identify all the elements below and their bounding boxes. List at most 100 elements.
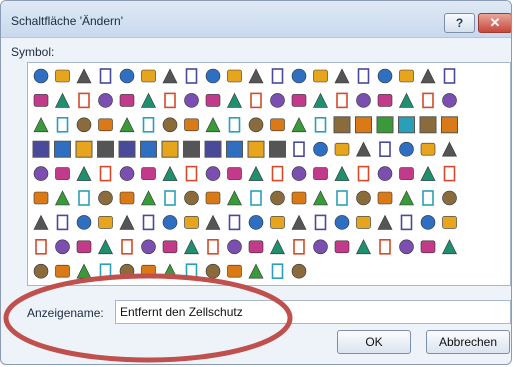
ball-orange-icon[interactable] [422,190,434,206]
swatch-white2-icon[interactable] [204,140,222,158]
print-preview-icon[interactable] [227,69,242,83]
bullets-icon[interactable] [420,142,436,156]
swatch-checker-icon[interactable] [269,140,286,158]
speech-icon[interactable] [162,215,178,230]
globe-stand-icon[interactable] [56,214,69,231]
table-gray-icon[interactable] [356,239,371,255]
design-icon[interactable] [399,69,414,83]
arrow-chart-icon[interactable] [356,141,371,157]
cancel-button[interactable]: Abbrechen [426,330,510,354]
table-cols-icon[interactable] [334,240,350,254]
home-icon[interactable] [420,68,436,84]
sticky-note-icon[interactable] [119,214,135,230]
arrow-down-icon[interactable] [119,94,135,107]
swatch-teal-icon[interactable] [32,140,50,158]
smiley-icon[interactable] [443,68,456,84]
photo-icon[interactable] [162,240,178,254]
handshake-icon[interactable] [228,214,241,231]
book-icon[interactable] [377,94,393,107]
circle-arrow-icon[interactable] [293,141,305,157]
calendar-icon[interactable] [184,118,199,132]
donut-icon[interactable] [55,167,70,180]
underline-icon[interactable] [55,239,70,255]
insert-table-icon[interactable] [313,239,328,255]
grid-icon[interactable] [270,216,285,229]
sitemap-icon[interactable] [399,92,414,108]
funnel-icon[interactable] [356,93,371,108]
flower-icon[interactable] [162,263,178,279]
table-icon[interactable] [291,214,307,230]
folder-open-icon[interactable] [334,68,350,84]
filter-icon[interactable] [336,92,348,109]
puzzle-icon[interactable] [98,216,113,229]
swatch-black-icon[interactable] [161,140,179,158]
clipboard-icon[interactable] [141,167,156,180]
swatch-olive-icon[interactable] [97,140,114,158]
edit-icon[interactable] [399,190,414,206]
arrow-up-blue-icon[interactable] [227,264,242,278]
document-icon[interactable] [291,68,307,84]
checkmark-icon[interactable] [334,165,350,181]
circle-back-icon[interactable] [164,92,176,109]
check-pencil-icon[interactable] [55,190,70,206]
split-table-icon[interactable] [248,240,264,254]
spelling-icon[interactable] [377,214,393,230]
swatch-blue-icon[interactable] [333,116,351,134]
3d-shapes-icon[interactable] [99,165,112,182]
check-edit-icon[interactable] [357,165,370,182]
cloud-icon[interactable] [314,116,327,133]
swatch-darkcyan-icon[interactable] [226,140,243,158]
eraser-icon[interactable] [250,190,262,206]
window-blue-icon[interactable] [291,94,307,107]
zoom-icon[interactable] [442,141,457,157]
chart-box-icon[interactable] [185,165,198,182]
table-rows-icon[interactable] [399,239,414,255]
disk-icon[interactable] [228,116,241,133]
arrow-right-icon[interactable] [141,92,156,108]
edit-tool-icon[interactable] [98,239,113,255]
paint-icon[interactable] [270,93,285,108]
stop-error-icon[interactable] [55,69,70,83]
pi-icon[interactable] [420,165,436,181]
shapes-icon[interactable] [379,141,391,157]
arrow-left-icon[interactable] [78,92,90,109]
swatch-gray-icon[interactable] [398,116,415,134]
swatch-charcoal-icon[interactable] [183,140,200,158]
lightbulb-icon[interactable] [98,118,113,132]
arrows-forward-icon[interactable] [55,92,70,108]
hourglass-icon[interactable] [35,239,47,255]
sad-face-icon[interactable] [162,117,178,133]
play-icon[interactable] [98,190,113,206]
window-small-icon[interactable] [248,215,264,230]
envelope-icon[interactable] [336,190,348,206]
cylinder-icon[interactable] [76,165,92,181]
swatch-purple-icon[interactable] [118,140,136,158]
swatch-darkgreen-icon[interactable] [247,140,265,158]
form-icon[interactable] [227,190,242,206]
person-badge-icon[interactable] [313,190,328,206]
frame-icon[interactable] [293,239,305,255]
home-arrow-icon[interactable] [76,215,92,230]
lasso-icon[interactable] [164,190,176,206]
swatch-azure-icon[interactable] [54,140,71,158]
ok-button[interactable]: OK [337,330,411,354]
help-button[interactable]: ? [444,13,475,33]
bracket-icon[interactable] [399,167,414,180]
ball-green-icon[interactable] [33,214,49,230]
organization-chart-icon[interactable] [33,68,49,84]
folder-icon[interactable] [271,68,284,84]
phone-icon[interactable] [205,117,221,133]
pie-chart-icon[interactable] [33,166,49,181]
justify-icon[interactable] [76,240,92,254]
pencil-icon[interactable] [250,92,262,109]
letter-A-icon[interactable] [271,165,284,182]
table-merge-icon[interactable] [227,239,242,255]
shape-fill-icon[interactable] [227,167,242,180]
anchor-icon[interactable] [119,191,135,205]
align-icon[interactable] [162,165,178,181]
grid-arrow-icon[interactable] [442,239,457,255]
arrows-back-forward-icon[interactable] [33,94,49,107]
dots-fine-icon[interactable] [55,264,70,278]
list-icon[interactable] [78,190,90,206]
swatch-white-icon[interactable] [355,116,372,134]
